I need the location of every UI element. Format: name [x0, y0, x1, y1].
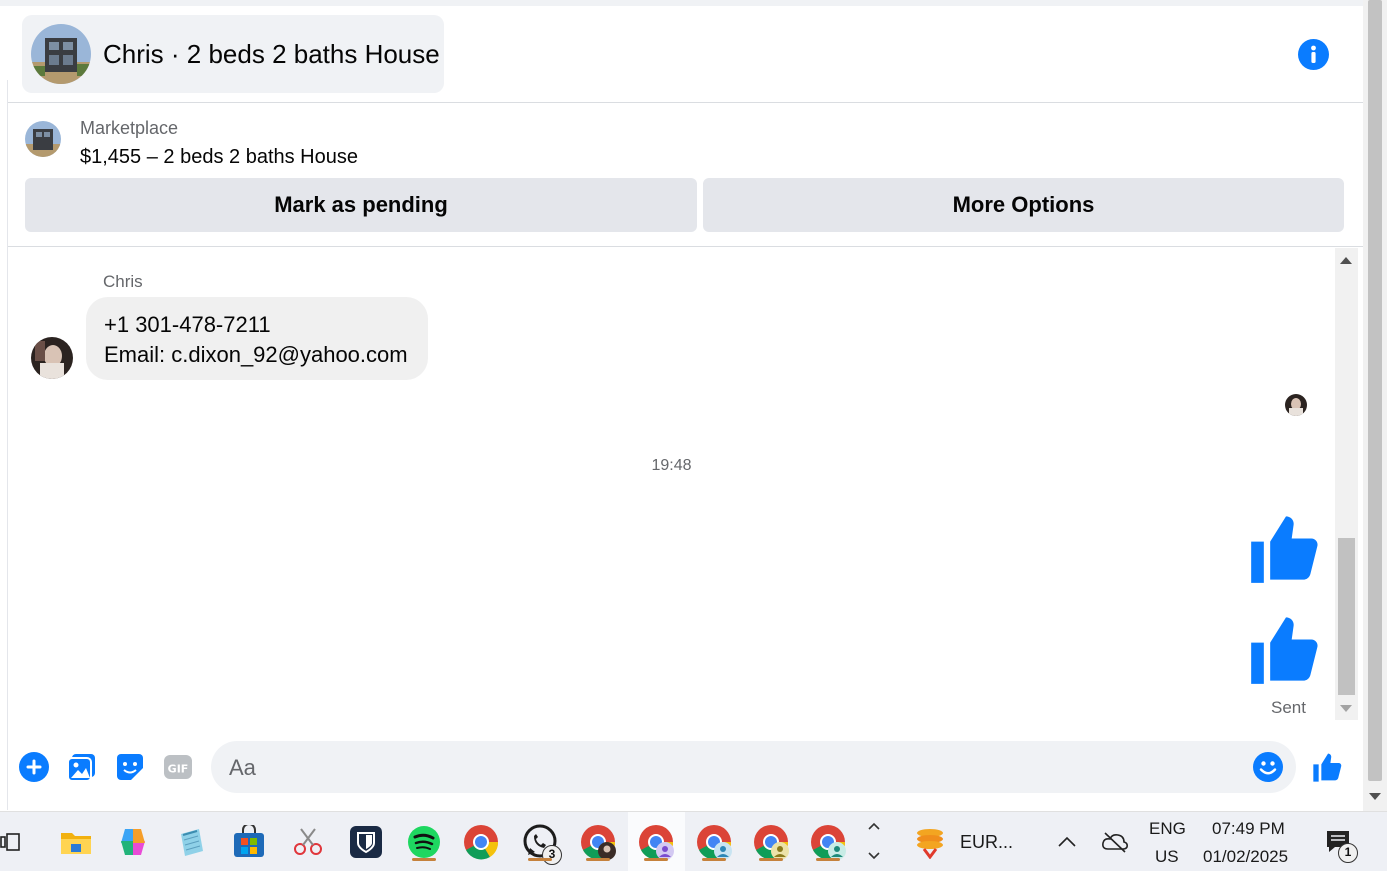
currency-widget-icon[interactable]	[910, 822, 950, 862]
running-indicator	[816, 858, 840, 861]
like-icon[interactable]	[1248, 510, 1324, 586]
chrome-profile-5-icon[interactable]	[808, 822, 848, 862]
windows-taskbar: 3 EUR... ENG US 07:49 PM 01/02/2025 1	[0, 811, 1387, 871]
scroll-up-arrow-icon[interactable]	[1340, 257, 1352, 264]
marketplace-label: Marketplace	[80, 118, 179, 138]
message-list[interactable]: Chris +1 301-478-7211 Email: c.dixon_92@…	[8, 248, 1335, 720]
whatsapp-icon[interactable]: 3	[520, 822, 562, 865]
bitwarden-icon[interactable]	[346, 822, 386, 862]
gif-icon[interactable]: GIF	[162, 751, 194, 783]
notepad-icon[interactable]	[171, 822, 211, 862]
task-view-icon[interactable]	[0, 822, 30, 862]
page-scroll-down-icon[interactable]	[1369, 793, 1381, 800]
mark-as-pending-button[interactable]: Mark as pending	[25, 178, 697, 232]
notification-badge: 1	[1338, 843, 1358, 863]
microsoft-store-icon[interactable]	[229, 822, 269, 862]
page-scrollbar[interactable]	[1363, 0, 1387, 811]
listing-thumbnail[interactable]	[25, 121, 61, 157]
message-timestamp: 19:48	[651, 457, 692, 474]
composer: GIF Aa	[8, 720, 1363, 811]
sticker-icon[interactable]	[114, 751, 146, 783]
conversation-title: Chris · 2 beds 2 baths House	[103, 38, 440, 69]
running-indicator	[528, 858, 552, 861]
chrome-profile-1-icon[interactable]	[578, 822, 618, 862]
photo-icon[interactable]	[66, 751, 98, 783]
message-input[interactable]: Aa	[211, 741, 1296, 793]
language-indicator[interactable]: ENG	[1149, 819, 1186, 839]
clock-date[interactable]: 01/02/2025	[1203, 847, 1288, 867]
sent-status: Sent	[1271, 698, 1306, 717]
message-bubble[interactable]: +1 301-478-7211 Email: c.dixon_92@yahoo.…	[86, 297, 428, 380]
listing-avatar	[31, 24, 91, 84]
running-indicator	[644, 858, 668, 861]
currency-widget-label[interactable]: EUR...	[960, 832, 1013, 853]
show-hidden-icons-chevron-icon[interactable]	[1047, 822, 1087, 862]
info-icon[interactable]	[1298, 39, 1329, 70]
scroll-down-arrow-icon[interactable]	[1340, 705, 1352, 712]
emoji-icon[interactable]	[1253, 752, 1283, 782]
sender-name: Chris	[103, 272, 143, 291]
message-scrollbar[interactable]	[1335, 248, 1358, 720]
listing-title[interactable]: $1,455 – 2 beds 2 baths House	[80, 146, 358, 169]
plus-icon[interactable]	[18, 751, 50, 783]
taskbar-overflow-arrows-icon[interactable]	[864, 816, 884, 866]
message-line: +1 301-478-7211	[104, 312, 271, 337]
gif-label: GIF	[168, 763, 189, 776]
notification-center-icon[interactable]: 1	[1318, 822, 1358, 863]
running-indicator	[586, 858, 610, 861]
file-explorer-icon[interactable]	[56, 822, 96, 862]
running-indicator	[759, 858, 783, 861]
more-options-button[interactable]: More Options	[703, 178, 1344, 232]
read-receipt-avatar	[1285, 394, 1307, 416]
running-indicator	[412, 858, 436, 861]
running-indicator	[702, 858, 726, 861]
scrollbar-thumb[interactable]	[1338, 538, 1355, 695]
like-icon[interactable]	[1312, 751, 1344, 783]
marketplace-banner: Marketplace $1,455 – 2 beds 2 baths Hous…	[8, 103, 1363, 247]
page-scrollbar-thumb[interactable]	[1368, 0, 1382, 781]
conversation-title-button[interactable]: Chris · 2 beds 2 baths House	[22, 15, 444, 93]
whatsapp-badge: 3	[542, 845, 562, 865]
chrome-profile-4-icon[interactable]	[751, 822, 791, 862]
spotify-icon[interactable]	[404, 822, 444, 862]
message-input-placeholder: Aa	[229, 755, 256, 780]
sender-avatar[interactable]	[31, 337, 73, 379]
keyboard-layout-indicator[interactable]: US	[1155, 847, 1179, 867]
message-line: Email: c.dixon_92@yahoo.com	[104, 342, 408, 367]
chrome-profile-3-icon[interactable]	[694, 822, 734, 862]
conversation-header: Chris · 2 beds 2 baths House	[8, 6, 1363, 103]
chrome-icon[interactable]	[461, 822, 501, 862]
copilot-icon[interactable]	[113, 822, 153, 862]
left-edge	[0, 80, 8, 810]
snipping-tool-icon[interactable]	[288, 822, 328, 862]
onedrive-offline-icon[interactable]	[1095, 822, 1135, 862]
chrome-profile-2-icon[interactable]	[636, 822, 676, 862]
clock-time[interactable]: 07:49 PM	[1212, 819, 1285, 839]
like-icon[interactable]	[1248, 611, 1324, 687]
